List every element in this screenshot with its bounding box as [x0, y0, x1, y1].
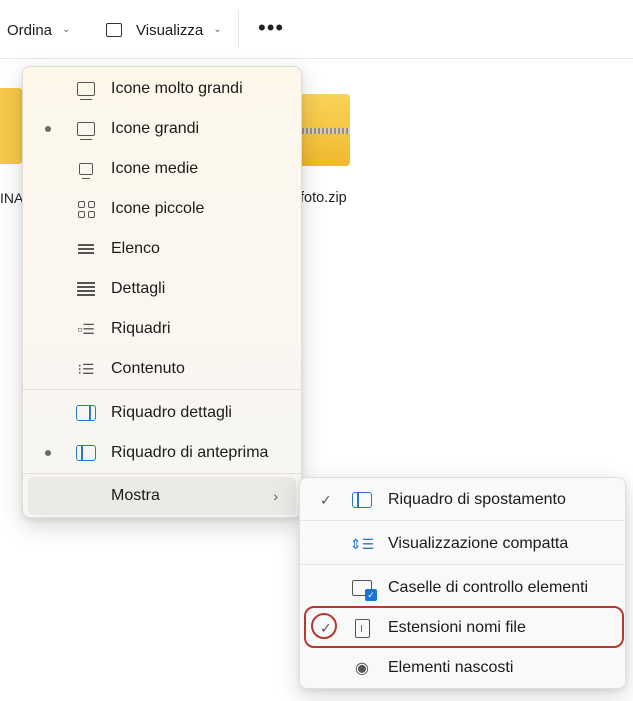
monitor-icon [76, 119, 96, 140]
menu-divider [300, 564, 625, 565]
compact-view-icon: ⇕☰ [349, 535, 375, 552]
sort-label: Ordina [7, 21, 53, 39]
menu-item-label: Contenuto [111, 360, 185, 377]
submenu-item-compact-view[interactable]: ⇕☰ Visualizzazione compatta [300, 524, 625, 564]
eye-icon: ◉ [355, 660, 369, 677]
selected-dot-icon [45, 126, 51, 132]
menu-item-medium-icons[interactable]: Icone medie [23, 149, 301, 189]
menu-item-large-icons[interactable]: Icone grandi [23, 109, 301, 149]
highlight-circle [311, 613, 337, 639]
file-label[interactable]: INA [0, 190, 23, 206]
list-icon [76, 239, 96, 259]
zipper-graphic [294, 128, 350, 134]
highlight-box [304, 606, 624, 648]
submenu-item-label: Elementi nascosti [388, 659, 514, 676]
menu-item-show[interactable]: Mostra › [28, 477, 296, 515]
view-button[interactable]: Visualizza ⌄ [106, 18, 222, 42]
file-label[interactable]: foto.zip [300, 190, 347, 206]
show-submenu: ✓ Riquadro di spostamento ⇕☰ Visualizzaz… [299, 477, 626, 689]
menu-item-label: Dettagli [111, 280, 166, 297]
monitor-small-icon [76, 159, 96, 179]
menu-item-label: Mostra [111, 487, 160, 504]
menu-item-label: Riquadro di anteprima [111, 444, 269, 461]
details-pane-icon [76, 403, 96, 423]
menu-item-tiles[interactable]: ▫☰ Riquadri [23, 309, 301, 349]
submenu-item-item-checkboxes[interactable]: Caselle di controllo elementi [300, 568, 625, 608]
preview-pane-icon [76, 443, 96, 463]
menu-item-details[interactable]: Dettagli [23, 269, 301, 309]
menu-item-extra-large-icons[interactable]: Icone molto grandi [23, 69, 301, 109]
menu-item-details-pane[interactable]: Riquadro dettagli [23, 393, 301, 433]
item-checkbox-icon [352, 578, 377, 601]
content-icon: ⁝☰ [77, 360, 95, 377]
details-icon [76, 279, 96, 299]
monitor-icon [106, 23, 122, 37]
submenu-item-label: Caselle di controllo elementi [388, 579, 589, 596]
menu-item-label: Riquadri [111, 320, 171, 337]
command-bar: Ordina ⌄ Visualizza ⌄ ••• [0, 0, 633, 59]
menu-item-label: Icone piccole [111, 200, 205, 217]
submenu-item-label: Riquadro di spostamento [388, 491, 566, 508]
menu-item-label: Icone grandi [111, 120, 200, 137]
chevron-down-icon: ⌄ [62, 24, 71, 35]
chevron-right-icon: › [273, 488, 278, 504]
view-label: Visualizza [136, 21, 204, 39]
folder-icon[interactable] [0, 88, 24, 164]
menu-item-label: Elenco [111, 240, 160, 257]
menu-item-label: Icone molto grandi [111, 80, 243, 97]
grid-icon [76, 199, 96, 219]
sort-button[interactable]: Ordina ⌄ [7, 18, 70, 42]
menu-divider [23, 473, 301, 474]
menu-item-preview-pane[interactable]: Riquadro di anteprima [23, 433, 301, 473]
submenu-item-label: Visualizzazione compatta [388, 535, 569, 552]
view-menu: Icone molto grandi Icone grandi Icone me… [22, 66, 302, 518]
zip-folder-icon[interactable] [294, 94, 350, 166]
menu-divider [300, 520, 625, 521]
chevron-down-icon: ⌄ [213, 24, 222, 35]
navigation-pane-icon [352, 490, 372, 510]
selected-dot-icon [45, 450, 51, 456]
menu-item-small-icons[interactable]: Icone piccole [23, 189, 301, 229]
menu-item-content[interactable]: ⁝☰ Contenuto [23, 349, 301, 389]
tiles-icon: ▫☰ [77, 320, 95, 337]
submenu-item-navigation-pane[interactable]: ✓ Riquadro di spostamento [300, 480, 625, 520]
check-icon: ✓ [320, 491, 332, 508]
menu-item-label: Riquadro dettagli [111, 404, 232, 421]
more-options-button[interactable]: ••• [258, 17, 284, 42]
submenu-item-hidden-items[interactable]: ◉ Elementi nascosti [300, 648, 625, 688]
menu-divider [23, 389, 301, 390]
toolbar-divider [238, 10, 239, 48]
menu-item-list[interactable]: Elenco [23, 229, 301, 269]
menu-item-label: Icone medie [111, 160, 199, 177]
monitor-icon [76, 79, 96, 100]
